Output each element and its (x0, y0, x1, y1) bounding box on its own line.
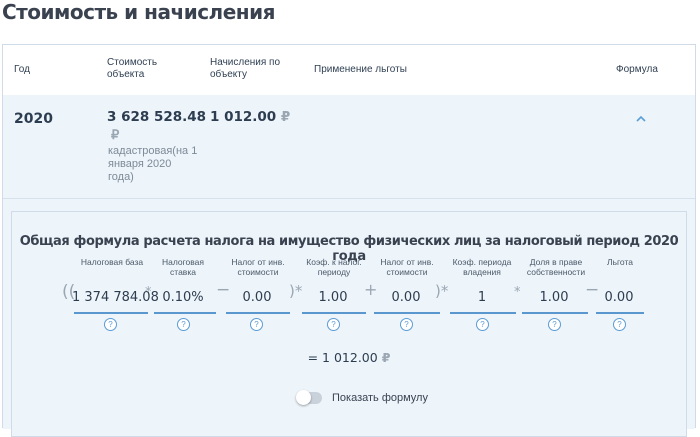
header-accrual: Начисления по объекту (210, 57, 281, 80)
label-tax-base: Налоговая база (80, 257, 144, 267)
label-period-coef: Коэф. к налог. периоду (306, 257, 362, 277)
field-underline (154, 312, 216, 314)
field-underline (374, 312, 440, 314)
label-inv-tax-2: Налог от инв. стоимости (380, 257, 434, 277)
field-underline (74, 312, 148, 314)
formula-panel: Общая формула расчета налога на имуществ… (11, 211, 687, 437)
header-formula: Формула (616, 64, 658, 75)
show-formula-label[interactable]: Показать формулу (332, 392, 428, 404)
formula-result-value: = 1 012.00 (307, 350, 378, 365)
label-inv-tax-1: Налог от инв. стоимости (231, 257, 285, 277)
page-title: Стоимость и начисления (2, 0, 275, 24)
help-icon[interactable]: ? (400, 318, 413, 331)
header-benefit: Применение льготы (314, 64, 407, 75)
cost-accrual-table: Год Стоимость объекта Начисления по объе… (2, 44, 696, 437)
help-icon[interactable]: ? (177, 318, 190, 331)
formula-result: = 1 012.00 ₽ (12, 350, 686, 365)
row-cost-note: кадастровая(на 1 января 2020 года) (108, 145, 198, 183)
row-accrual-value: 1 012.00 (210, 109, 277, 125)
help-icon[interactable]: ? (104, 318, 117, 331)
table-row[interactable]: 2020 3 628 528.48 ₽ кадастровая(на 1 янв… (3, 95, 695, 199)
label-share: Доля в праве собственности (526, 257, 586, 277)
chevron-up-icon[interactable] (635, 111, 647, 122)
field-underline (596, 312, 644, 314)
help-icon[interactable]: ? (250, 318, 263, 331)
field-underline (522, 312, 588, 314)
label-tax-rate: Налоговая ставка (161, 257, 205, 277)
help-icon[interactable]: ? (327, 318, 340, 331)
ruble-icon: ₽ (381, 350, 391, 365)
show-formula-toggle[interactable] (296, 390, 322, 405)
formula-detail: Общая формула расчета налога на имуществ… (3, 199, 695, 437)
label-ownership-coef: Коэф. периода владения (452, 257, 512, 277)
value-tax-base: 1 374 784.08 (72, 290, 159, 305)
operator-close-multiply: )* (289, 282, 303, 300)
label-benefit: Льгота (607, 257, 633, 267)
operator-multiply: * (514, 285, 521, 300)
value-tax-rate: 0.10% (162, 290, 204, 305)
value-ownership-coef: 1 (477, 290, 487, 305)
field-underline (450, 312, 516, 314)
help-icon[interactable]: ? (476, 318, 489, 331)
value-inv-tax-2: 0.00 (391, 290, 421, 305)
field-underline (302, 312, 366, 314)
header-cost: Стоимость объекта (107, 57, 158, 80)
value-benefit: 0.00 (604, 290, 634, 305)
toggle-knob (296, 390, 311, 405)
help-icon[interactable]: ? (613, 318, 626, 331)
value-period-coef: 1.00 (318, 290, 348, 305)
value-inv-tax-1: 0.00 (242, 290, 272, 305)
row-cost: 3 628 528.48 (107, 109, 207, 125)
ruble-icon: ₽ (111, 127, 120, 142)
table-header: Год Стоимость объекта Начисления по объе… (3, 45, 695, 96)
help-icon[interactable]: ? (548, 318, 561, 331)
row-year: 2020 (14, 111, 53, 127)
field-underline (226, 312, 290, 314)
ruble-icon: ₽ (280, 109, 291, 125)
value-share: 1.00 (539, 290, 569, 305)
header-year: Год (14, 64, 30, 75)
row-accrual: 1 012.00 ₽ (210, 109, 290, 125)
